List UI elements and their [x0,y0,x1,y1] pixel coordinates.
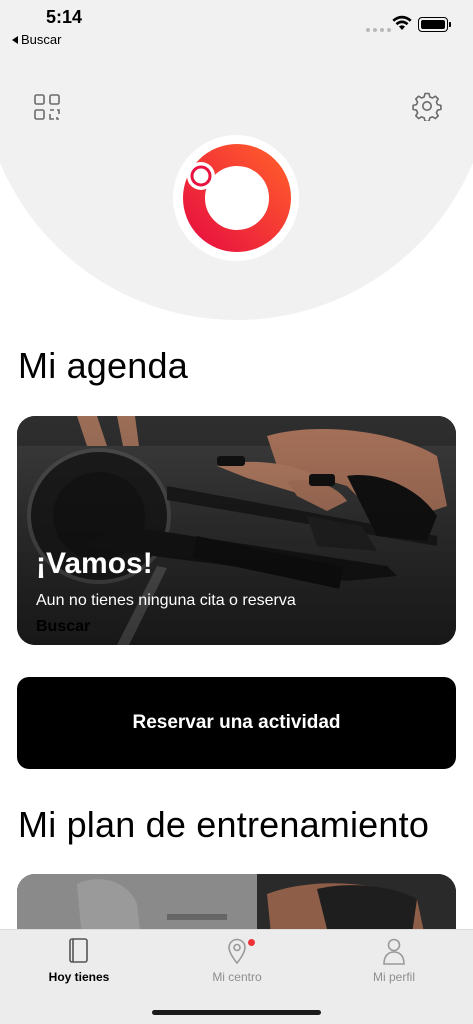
wifi-icon [392,15,412,30]
status-time: 5:14 [46,7,83,27]
app-screen: 5:14 Buscar Mi agenda ¡Vamos! Aun no tie… [0,0,473,1024]
status-bar: 5:14 Buscar [0,0,473,52]
battery-icon [418,17,451,32]
back-to-app-link[interactable]: Buscar [12,32,61,47]
rowing-photo [17,416,456,645]
qr-code-icon[interactable] [32,92,62,122]
home-indicator[interactable] [152,1010,321,1015]
agenda-card-search-link[interactable]: Buscar [36,618,90,636]
agenda-title: Mi agenda [18,345,188,386]
reserve-activity-button[interactable]: Reservar una actividad [17,677,456,769]
tab-mi-centro[interactable]: Mi centro [158,936,316,996]
agenda-card-heading: ¡Vamos! [36,547,153,580]
tab-hoy-tienes-label: Hoy tienes [48,970,110,984]
back-link-label: Buscar [21,32,62,47]
person-icon [383,938,405,965]
notification-dot [248,939,255,946]
brand-logo [183,144,291,252]
tab-hoy-tienes[interactable]: Hoy tienes [0,936,158,996]
notebook-icon [69,938,88,963]
back-arrow-icon [12,35,18,44]
tab-mi-centro-label: Mi centro [212,970,262,984]
agenda-card-subtitle: Aun no tienes ninguna cita o reserva [36,592,296,609]
training-plan-title: Mi plan de entrenamiento [18,804,430,845]
agenda-empty-card[interactable]: ¡Vamos! Aun no tienes ninguna cita o res… [17,416,456,645]
tab-mi-perfil-label: Mi perfil [372,970,415,984]
tab-mi-perfil[interactable]: Mi perfil [315,936,473,996]
gear-icon[interactable] [412,91,442,121]
cellular-signal-icon [366,28,391,32]
